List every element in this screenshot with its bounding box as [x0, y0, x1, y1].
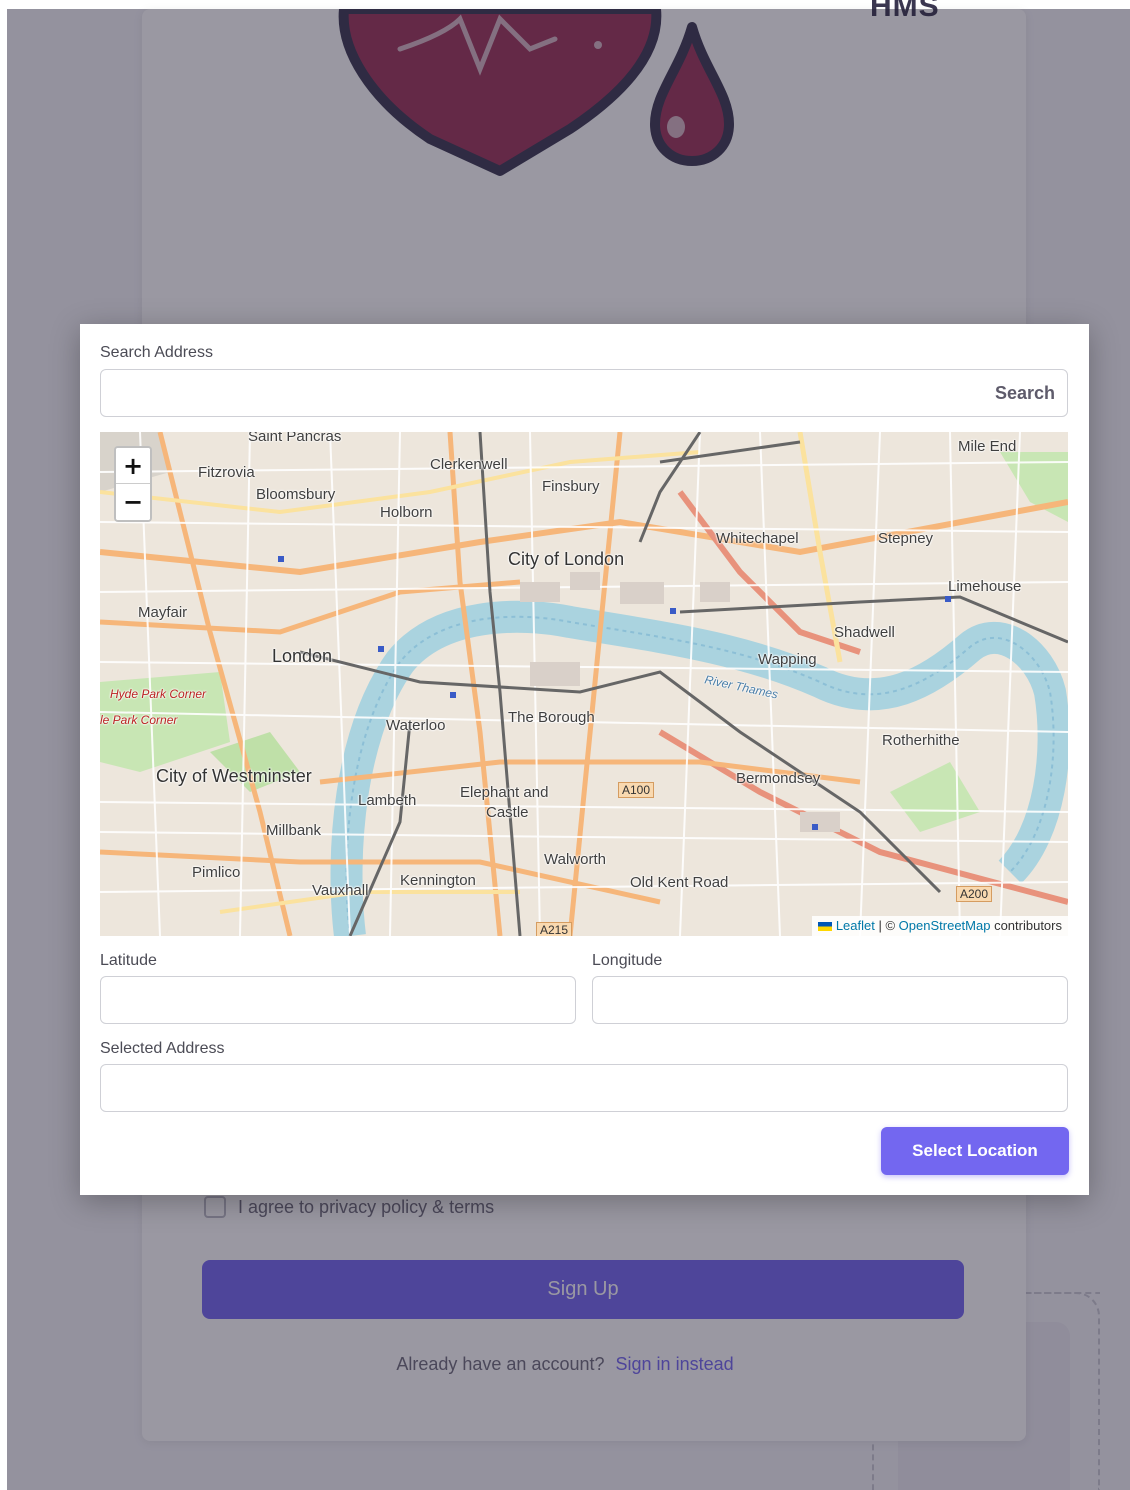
map-label: Limehouse	[948, 578, 1022, 595]
map-view[interactable]: Saint Pancras Fitzrovia Bloomsbury Clerk…	[100, 432, 1068, 936]
map-label: Rotherhithe	[882, 732, 960, 749]
map-label: The Borough	[508, 709, 595, 726]
map-label: Stepney	[878, 530, 934, 547]
map-label: Whitechapel	[716, 530, 799, 547]
map-label: Elephant and	[460, 784, 549, 801]
map-label: Lambeth	[358, 792, 417, 809]
map-label: Waterloo	[386, 717, 446, 734]
map-attribution: Leaflet | © OpenStreetMap contributors	[811, 916, 1068, 936]
map-label: London	[272, 646, 333, 666]
map-label: Mayfair	[138, 604, 188, 621]
zoom-out-button[interactable]: −	[116, 484, 150, 520]
zoom-in-button[interactable]: +	[116, 448, 150, 484]
location-picker-modal: Search Address Search Saint Pancras Fitz…	[80, 324, 1089, 1195]
openstreetmap-link[interactable]: OpenStreetMap	[899, 918, 991, 933]
map-label: Saint Pancras	[248, 432, 342, 445]
search-address-input[interactable]	[100, 369, 1068, 417]
select-location-button[interactable]: Select Location	[881, 1127, 1069, 1175]
map-label: Fitzrovia	[198, 464, 255, 481]
map-label: Millbank	[266, 822, 322, 839]
road-shield: A200	[956, 886, 993, 902]
latitude-input[interactable]	[100, 976, 576, 1024]
search-button[interactable]: Search	[995, 381, 1055, 405]
map-label: Bermondsey	[736, 770, 821, 787]
selected-address-input[interactable]	[100, 1064, 1068, 1112]
road-shield: A215	[536, 922, 573, 936]
attribution-suffix: contributors	[990, 918, 1062, 933]
map-label: Holborn	[380, 504, 433, 521]
map-label: Kennington	[400, 872, 476, 889]
map-label: Walworth	[544, 851, 606, 868]
map-label: Vauxhall	[312, 882, 369, 899]
longitude-input[interactable]	[592, 976, 1068, 1024]
search-address-label: Search Address	[100, 344, 213, 361]
attribution-separator: | ©	[874, 918, 899, 933]
road-shield: A100	[618, 782, 655, 798]
map-label: le Park Corner	[100, 713, 178, 727]
map-label: City of London	[508, 549, 625, 569]
map-label: Wapping	[758, 651, 817, 668]
latitude-label: Latitude	[100, 952, 157, 969]
map-label: Pimlico	[192, 864, 241, 881]
leaflet-link[interactable]: Leaflet	[836, 918, 875, 933]
map-zoom-control: + −	[114, 446, 152, 522]
map-label: Castle	[486, 804, 529, 821]
map-label: City of Westminster	[156, 766, 312, 786]
map-label: Old Kent Road	[630, 874, 729, 891]
map-label: Mile End	[958, 438, 1017, 455]
longitude-label: Longitude	[592, 952, 663, 969]
map-label: Bloomsbury	[256, 486, 336, 503]
selected-address-label: Selected Address	[100, 1040, 225, 1057]
map-label: Hyde Park Corner	[110, 687, 207, 701]
map-label: Shadwell	[834, 624, 895, 641]
map-label: Clerkenwell	[430, 456, 508, 473]
ukraine-flag-icon	[817, 922, 832, 932]
map-label: Finsbury	[542, 478, 600, 495]
